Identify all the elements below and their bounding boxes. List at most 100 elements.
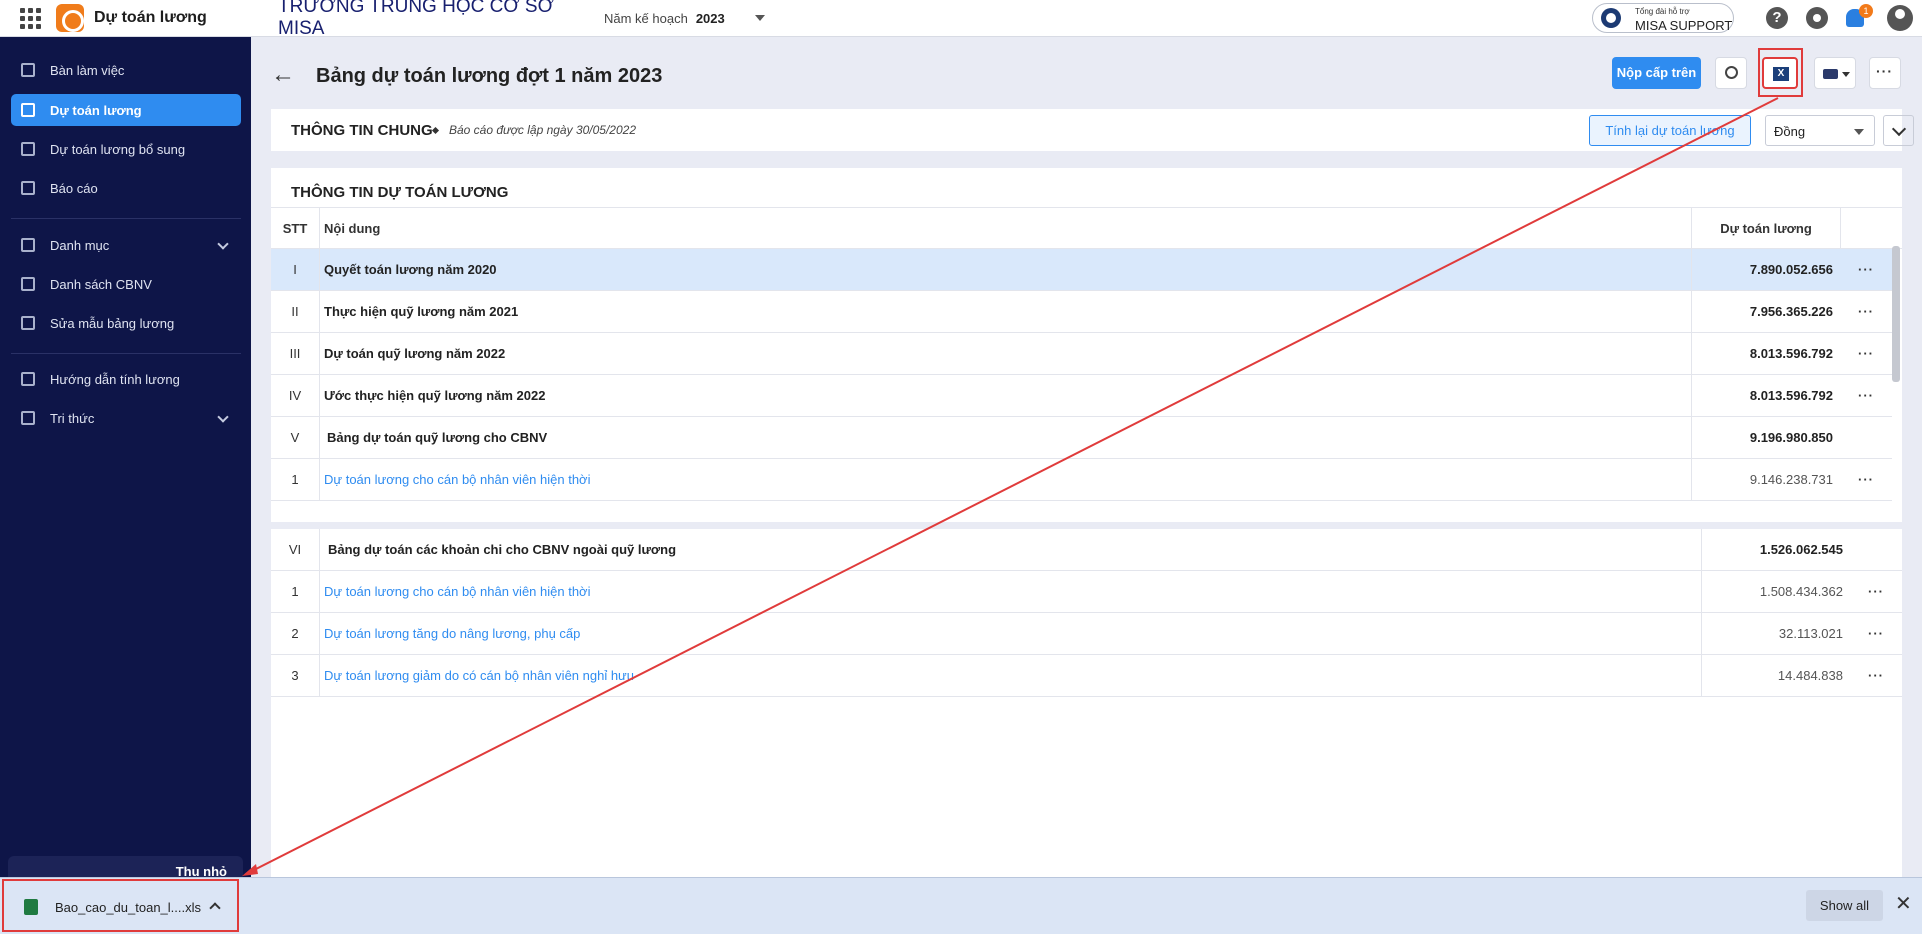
gear-icon[interactable] bbox=[1806, 7, 1828, 29]
row-content: Ước thực hiện quỹ lương năm 2022 bbox=[324, 388, 546, 403]
sidebar-item-knowledge[interactable]: Tri thức bbox=[11, 402, 241, 434]
table-row[interactable]: 3 Dự toán lương giảm do có cán bộ nhân v… bbox=[271, 655, 1902, 697]
table-row[interactable]: VI Bảng dự toán các khoản chi cho CBNV n… bbox=[271, 529, 1902, 571]
row-menu-icon[interactable]: ··· bbox=[1856, 613, 1896, 654]
row-stt: I bbox=[271, 249, 320, 290]
row-value: 1.508.434.362 bbox=[1701, 571, 1851, 612]
row-menu-icon[interactable]: ··· bbox=[1846, 375, 1886, 416]
section-title: THÔNG TIN DỰ TOÁN LƯƠNG bbox=[291, 184, 509, 201]
misa-support-button[interactable]: Tổng đài hỗ trợ MISA SUPPORT bbox=[1592, 3, 1734, 33]
guide-icon bbox=[21, 372, 35, 386]
sidebar-item-supplement[interactable]: Dự toán lương bổ sung bbox=[11, 133, 241, 165]
row-content: Bảng dự toán quỹ lương cho CBNV bbox=[327, 430, 548, 445]
table-row[interactable]: III Dự toán quỹ lương năm 2022 8.013.596… bbox=[271, 333, 1892, 375]
sidebar-item-categories[interactable]: Danh mục bbox=[11, 229, 241, 261]
estimate-table-panel: THÔNG TIN DỰ TOÁN LƯƠNG STT Nội dung Dự … bbox=[271, 168, 1902, 522]
table-header: STT Nội dung Dự toán lương bbox=[271, 207, 1902, 249]
download-bar: Bao_cao_du_toan_l....xls Show all ✕ bbox=[0, 877, 1922, 934]
sidebar-item-label: Dự toán lương bổ sung bbox=[50, 141, 186, 157]
close-icon[interactable]: ✕ bbox=[1895, 891, 1912, 916]
submit-to-superior-button[interactable]: Nộp cấp trên bbox=[1612, 57, 1701, 89]
more-options-button[interactable]: ··· bbox=[1869, 57, 1901, 89]
row-content-link[interactable]: Dự toán lương tăng do nâng lương, phụ cấ… bbox=[324, 613, 580, 654]
sidebar-item-label: Báo cáo bbox=[50, 180, 98, 196]
row-menu-icon[interactable]: ··· bbox=[1846, 291, 1886, 332]
avatar[interactable] bbox=[1887, 5, 1913, 31]
row-content-link[interactable]: Dự toán lương cho cán bộ nhân viên hiện … bbox=[324, 571, 590, 612]
support-label: MISA SUPPORT bbox=[1635, 18, 1733, 33]
app-launcher-icon[interactable] bbox=[16, 4, 44, 32]
row-menu-icon[interactable]: ··· bbox=[1846, 249, 1886, 290]
sidebar-item-edit-template[interactable]: Sửa mẫu bảng lương bbox=[11, 307, 241, 339]
general-info-bar: THÔNG TIN CHUNG Báo cáo được lập ngày 30… bbox=[271, 109, 1914, 151]
sidebar-item-dashboard[interactable]: Bàn làm việc bbox=[11, 54, 241, 86]
page-title: Bảng dự toán lương đợt 1 năm 2023 bbox=[316, 65, 663, 87]
sidebar-item-label: Tri thức bbox=[50, 410, 95, 426]
table-scrollbar[interactable] bbox=[1892, 246, 1900, 382]
row-value: 32.113.021 bbox=[1701, 613, 1851, 654]
row-menu-icon[interactable]: ··· bbox=[1856, 571, 1896, 612]
sidebar-item-guide[interactable]: Hướng dẫn tính lương bbox=[11, 363, 241, 395]
row-stt: 1 bbox=[271, 459, 320, 500]
sidebar-item-report[interactable]: Báo cáo bbox=[11, 172, 241, 204]
sidebar-item-label: Bàn làm việc bbox=[50, 62, 125, 78]
row-content-link[interactable]: Dự toán lương cho cán bộ nhân viên hiện … bbox=[324, 459, 590, 500]
bullet-icon bbox=[431, 126, 440, 135]
row-stt: 3 bbox=[271, 655, 320, 696]
chevron-down-icon bbox=[217, 238, 229, 250]
row-menu-icon[interactable]: ··· bbox=[1846, 333, 1886, 374]
row-stt: 1 bbox=[271, 571, 320, 612]
sidebar-item-salary-estimate[interactable]: Dự toán lương bbox=[11, 94, 241, 126]
row-stt: IV bbox=[271, 375, 320, 416]
search-icon[interactable] bbox=[1715, 57, 1747, 89]
plan-year-label: Năm kế hoạch bbox=[604, 10, 688, 26]
help-icon[interactable]: ? bbox=[1766, 7, 1788, 29]
row-stt: III bbox=[271, 333, 320, 374]
row-value: 1.526.062.545 bbox=[1701, 529, 1851, 570]
row-stt: V bbox=[271, 417, 320, 458]
currency-unit-select[interactable]: Đồng bbox=[1765, 115, 1875, 146]
plan-year-dropdown-icon[interactable] bbox=[754, 15, 765, 21]
plan-year-select[interactable]: 2023 bbox=[696, 11, 725, 26]
row-menu-icon[interactable]: ··· bbox=[1846, 459, 1886, 500]
sidebar-item-label: Danh mục bbox=[50, 237, 110, 253]
row-menu-icon[interactable]: ··· bbox=[1856, 655, 1896, 696]
chevron-up-icon[interactable] bbox=[209, 902, 221, 914]
sidebar-item-label: Hướng dẫn tính lương bbox=[50, 371, 180, 387]
list-icon bbox=[21, 238, 35, 252]
main-content: ← Bảng dự toán lương đợt 1 năm 2023 Nộp … bbox=[251, 37, 1922, 878]
table-row[interactable]: II Thực hiện quỹ lương năm 2021 7.956.36… bbox=[271, 291, 1892, 333]
row-value: 8.013.596.792 bbox=[1691, 375, 1841, 416]
row-value: 9.196.980.850 bbox=[1691, 417, 1841, 458]
download-file-name: Bao_cao_du_toan_l....xls bbox=[55, 900, 201, 915]
dashboard-icon bbox=[21, 63, 35, 77]
row-stt: 2 bbox=[271, 613, 320, 654]
table-row[interactable]: 2 Dự toán lương tăng do nâng lương, phụ … bbox=[271, 613, 1902, 655]
row-stt: VI bbox=[271, 529, 320, 570]
app-name: Dự toán lương bbox=[94, 9, 207, 26]
support-caption: Tổng đài hỗ trợ bbox=[1635, 7, 1690, 16]
table-row[interactable]: 1 Dự toán lương cho cán bộ nhân viên hiệ… bbox=[271, 459, 1892, 501]
recalculate-button[interactable]: Tính lại dự toán lương bbox=[1589, 115, 1751, 146]
excel-file-icon bbox=[24, 899, 38, 915]
report-date-note: Báo cáo được lập ngày 30/05/2022 bbox=[449, 123, 636, 137]
table-row[interactable]: IV Ước thực hiện quỹ lương năm 2022 8.01… bbox=[271, 375, 1892, 417]
show-all-button[interactable]: Show all bbox=[1806, 890, 1883, 921]
table-row[interactable]: V Bảng dự toán quỹ lương cho CBNV 9.196.… bbox=[271, 417, 1892, 459]
header-content: Nội dung bbox=[324, 221, 381, 236]
expand-chevron-icon[interactable] bbox=[1883, 115, 1914, 146]
sidebar-item-staff[interactable]: Danh sách CBNV bbox=[11, 268, 241, 300]
print-button[interactable] bbox=[1814, 57, 1856, 89]
school-name: TRƯỜNG TRUNG HỌC CƠ SỞ MISA bbox=[278, 0, 554, 39]
row-content-link[interactable]: Dự toán lương giảm do có cán bộ nhân viê… bbox=[324, 655, 634, 696]
table-row[interactable]: 1 Dự toán lương cho cán bộ nhân viên hiệ… bbox=[271, 571, 1902, 613]
download-item[interactable]: Bao_cao_du_toan_l....xls bbox=[2, 879, 239, 932]
row-value: 7.890.052.656 bbox=[1691, 249, 1841, 290]
sidebar-item-label: Danh sách CBNV bbox=[50, 276, 152, 292]
table-row[interactable]: I Quyết toán lương năm 2020 7.890.052.65… bbox=[271, 249, 1892, 291]
estimate-icon bbox=[21, 103, 35, 117]
row-content: Bảng dự toán các khoản chi cho CBNV ngoà… bbox=[328, 542, 677, 557]
staff-icon bbox=[21, 277, 35, 291]
sidebar: Bàn làm việc Dự toán lương Dự toán lương… bbox=[0, 37, 251, 934]
back-arrow-icon[interactable]: ← bbox=[271, 63, 295, 87]
